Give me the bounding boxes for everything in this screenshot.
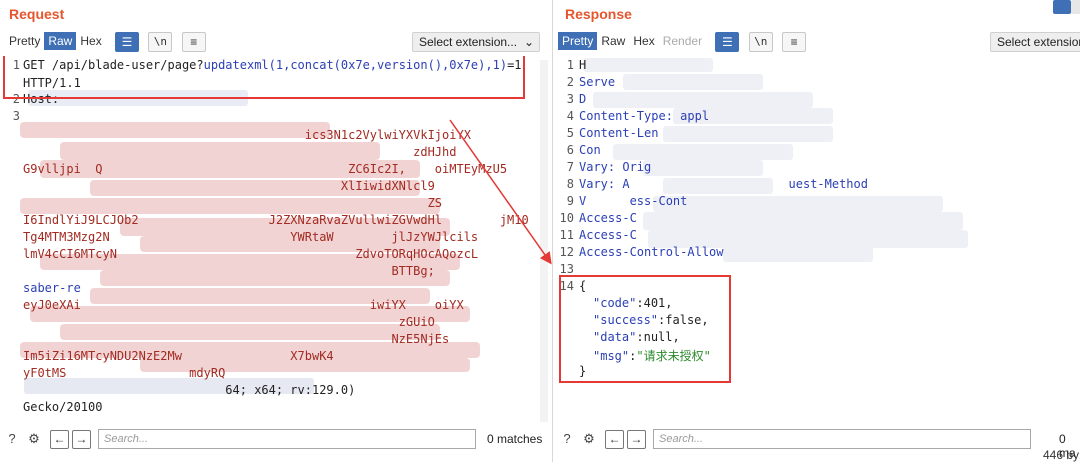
annotation-arrow <box>449 119 552 265</box>
arrow-line <box>449 119 552 265</box>
